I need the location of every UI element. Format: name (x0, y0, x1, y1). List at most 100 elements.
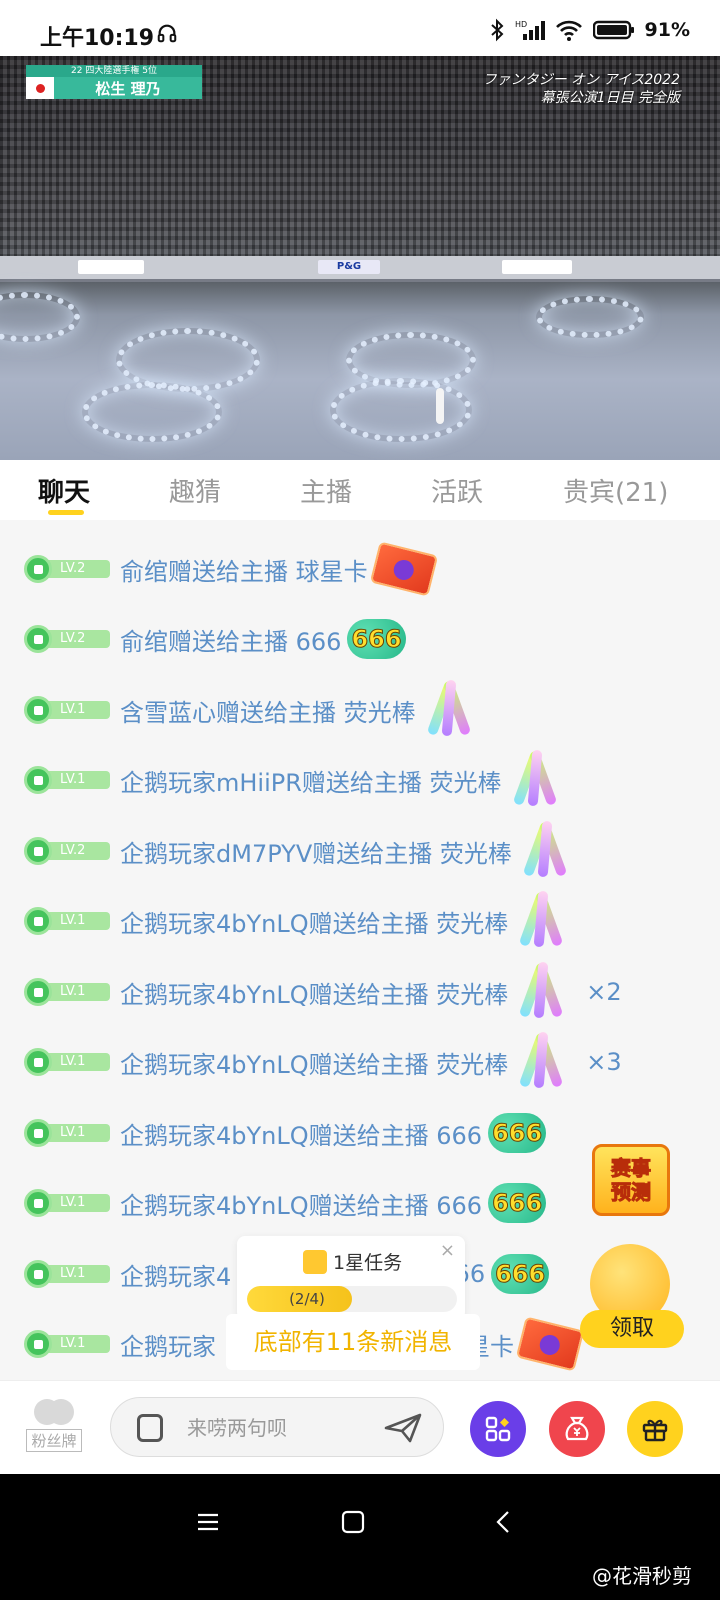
level-shield-icon (24, 625, 52, 653)
gift-count: ×2 (586, 978, 622, 1006)
claim-button[interactable]: 领取 (580, 1310, 684, 1348)
level-badge: LV.2 (24, 625, 110, 653)
message-text: 俞绾赠送给主播 球星卡 (120, 557, 368, 586)
japan-flag-icon (26, 77, 54, 99)
gift-666-icon: 666 (347, 619, 406, 659)
gift (369, 541, 438, 597)
message-text: 企鹅玩家4bYnLQ赠送给主播 荧光棒 (120, 980, 509, 1009)
task-progress-bar: (2/4) (247, 1286, 457, 1312)
level-shield-icon (24, 1189, 52, 1217)
video-title-line1: ファンタジー オン アイス2022 (482, 72, 680, 88)
battery-level: 91% (644, 19, 690, 41)
skater-name-tag: 22 四大陸選手権 5位 松生 理乃 (26, 65, 202, 99)
money-bag-icon (565, 1416, 589, 1441)
new-messages-banner[interactable]: 底部有11条新消息 (226, 1314, 480, 1370)
glowstick-gift-icon (514, 961, 574, 1022)
video-title-line2: 幕張公演1日目 完全版 (540, 90, 680, 106)
fan-badge-label: 粉丝牌 (26, 1429, 82, 1452)
money-bag-button[interactable] (549, 1401, 605, 1457)
gift-button[interactable] (627, 1401, 683, 1457)
glowstick-gift-icon (508, 749, 568, 810)
level-label: LV.1 (60, 1266, 86, 1281)
level-badge: LV.1 (24, 978, 110, 1006)
event-button-line1: 赛事 (611, 1156, 652, 1181)
message-text: 企鹅玩家dM7PYV赠送给主播 荧光棒 (120, 839, 512, 868)
message-text: 企鹅玩家 (120, 1332, 216, 1361)
level-badge: LV.2 (24, 837, 110, 865)
glowstick-gift-icon (514, 1031, 574, 1092)
chat-message: LV.1 企鹅玩家mHiiPR赠送给主播 荧光棒 (24, 749, 568, 807)
level-badge: LV.1 (24, 766, 110, 794)
tab-active[interactable]: 活跃 (431, 472, 483, 509)
gift-icon (642, 1419, 668, 1442)
level-badge: LV.1 (24, 1048, 110, 1076)
tab-indicator (48, 510, 84, 515)
message-text: 企鹅玩家4bYnLQ赠送给主播 666 (120, 1121, 483, 1150)
level-shield-icon (24, 1260, 52, 1288)
level-label: LV.1 (60, 702, 86, 717)
level-label: LV.1 (60, 984, 86, 999)
level-label: LV.1 (60, 913, 86, 928)
gift (514, 1031, 574, 1092)
status-bar: 上午10:19 HD 91% (0, 0, 720, 56)
fan-badge-button[interactable]: 粉丝牌 (18, 1399, 90, 1455)
apps-icon (485, 1416, 511, 1442)
level-badge: LV.1 (24, 907, 110, 935)
gift (514, 890, 574, 951)
tab-chat[interactable]: 聊天 (38, 472, 90, 509)
send-icon[interactable] (383, 1412, 423, 1444)
claim-reward[interactable]: 领取 (580, 1244, 684, 1348)
cellular-signal-icon: HD (515, 20, 545, 40)
bluetooth-icon (490, 18, 503, 42)
event-button-line2: 预测 (611, 1180, 652, 1205)
ice-light-pattern (0, 292, 80, 342)
ice-light-pattern (536, 296, 644, 338)
task-scroll-icon (303, 1250, 327, 1274)
gift (508, 749, 568, 810)
level-shield-icon (24, 978, 52, 1006)
back-icon[interactable] (492, 1510, 516, 1534)
level-badge: LV.2 (24, 555, 110, 583)
level-badge: LV.1 (24, 696, 110, 724)
rink-sign (502, 260, 572, 274)
chat-message: LV.2 俞绾赠送给主播 666 666 (24, 614, 406, 664)
level-shield-icon (24, 696, 52, 724)
chat-message: LV.1 企鹅玩家4bYnLQ赠送给主播 666 666 (24, 1178, 547, 1228)
ice-light-pattern (82, 382, 222, 442)
headset-icon (157, 24, 177, 43)
home-icon[interactable] (341, 1510, 365, 1534)
chat-input-box[interactable] (110, 1397, 444, 1457)
tab-guess[interactable]: 趣猜 (169, 472, 221, 509)
chat-message: LV.2 俞绾赠送给主播 球星卡 (24, 541, 438, 597)
system-nav-bar: @花滑秒剪 (0, 1474, 720, 1600)
chat-message: LV.1 企鹅玩家4bYnLQ赠送给主播 荧光棒 ×3 (24, 1031, 622, 1089)
gift-666-icon: 666 (488, 1183, 547, 1223)
gift: 666 (488, 1183, 547, 1223)
level-shield-icon (24, 1048, 52, 1076)
menu-icon[interactable] (196, 1510, 220, 1534)
quick-phrase-icon[interactable] (137, 1414, 163, 1442)
message-text: 含雪蓝心赠送给主播 荧光棒 (120, 698, 416, 727)
message-text: 俞绾赠送给主播 666 (120, 627, 342, 656)
tab-host[interactable]: 主播 (300, 472, 352, 509)
tab-vip[interactable]: 贵宾(21) (563, 472, 668, 509)
level-shield-icon (24, 1119, 52, 1147)
skater-name: 松生 理乃 (95, 79, 161, 98)
level-badge: LV.1 (24, 1119, 110, 1147)
chat-input[interactable] (187, 1408, 387, 1448)
level-label: LV.2 (60, 561, 86, 576)
rink-sign-pg: P&G (318, 260, 380, 274)
rink-sign (78, 260, 144, 274)
status-time: 上午10:19 (40, 26, 155, 51)
video-player[interactable]: P&G 22 四大陸選手権 5位 松生 理乃 ファンタジー オン アイス2022… (0, 56, 720, 460)
level-shield-icon (24, 837, 52, 865)
gift (514, 961, 574, 1022)
task-card[interactable]: 1星任务 × (2/4) (237, 1236, 465, 1320)
apps-button[interactable] (470, 1401, 526, 1457)
battery-icon (592, 20, 634, 40)
name-tag-caption: 22 四大陸選手権 5位 (26, 65, 202, 77)
close-icon[interactable]: × (440, 1240, 455, 1261)
level-label: LV.2 (60, 843, 86, 858)
event-prediction-button[interactable]: 赛事 预测 (592, 1144, 670, 1216)
task-title: 1星任务 (333, 1252, 403, 1274)
